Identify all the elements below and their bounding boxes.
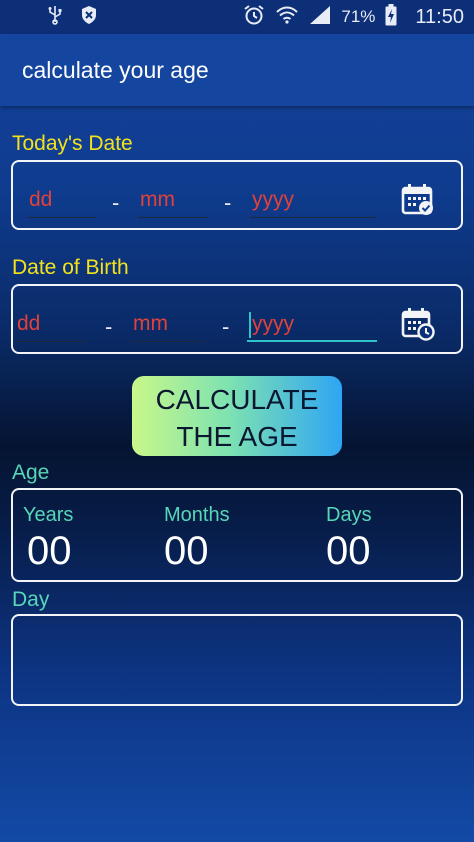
calendar-check-icon[interactable] — [400, 182, 436, 218]
years-label: Years — [23, 504, 74, 526]
app-title: calculate your age — [22, 56, 209, 83]
usb-icon — [48, 5, 62, 30]
wifi-icon — [275, 5, 299, 30]
date-of-birth-box: dd - mm - yyyy — [11, 284, 463, 354]
days-label: Days — [326, 504, 372, 526]
calculate-age-button[interactable]: CALCULATE THE AGE — [132, 376, 342, 456]
status-bar: 71% 11:50 — [0, 0, 474, 34]
birth-day-input[interactable]: dd — [15, 308, 89, 342]
battery-percent: 71% — [341, 7, 376, 26]
battery-charging-icon — [385, 3, 397, 31]
age-label: Age — [12, 461, 50, 484]
todays-date-box: dd - mm - yyyy — [11, 160, 463, 230]
months-value: 00 — [164, 529, 209, 573]
date-separator: - — [222, 314, 230, 339]
alarm-icon — [243, 4, 265, 31]
calculate-button-line2: THE AGE — [176, 421, 298, 452]
years-value: 00 — [27, 529, 72, 573]
days-column: Days 00 — [326, 504, 372, 574]
calendar-clock-icon[interactable] — [400, 306, 436, 342]
todays-date-day-input[interactable]: dd — [27, 184, 97, 218]
clock-time: 11:50 — [415, 5, 464, 28]
todays-date-year-input[interactable]: yyyy — [250, 184, 376, 218]
day-result-box — [11, 614, 463, 706]
date-of-birth-label: Date of Birth — [12, 256, 129, 279]
birth-month-input[interactable]: mm — [131, 308, 205, 342]
months-label: Months — [164, 504, 230, 526]
todays-date-label: Today's Date — [12, 132, 133, 155]
shield-icon — [80, 5, 98, 30]
app-bar: calculate your age — [0, 34, 474, 106]
age-result-box: Years 00 Months 00 Days 00 — [11, 488, 463, 582]
calculate-button-line1: CALCULATE — [155, 384, 319, 415]
todays-date-month-input[interactable]: mm — [138, 184, 208, 218]
birth-year-placeholder: yyyy — [252, 312, 294, 336]
text-cursor — [249, 312, 251, 338]
signal-icon — [309, 5, 331, 30]
date-separator: - — [112, 190, 120, 215]
day-label: Day — [12, 588, 50, 611]
months-column: Months 00 — [164, 504, 230, 574]
date-separator: - — [105, 314, 113, 339]
years-column: Years 00 — [23, 504, 73, 574]
birth-year-input[interactable]: yyyy — [247, 308, 377, 342]
date-separator: - — [224, 190, 232, 215]
days-value: 00 — [326, 529, 371, 573]
